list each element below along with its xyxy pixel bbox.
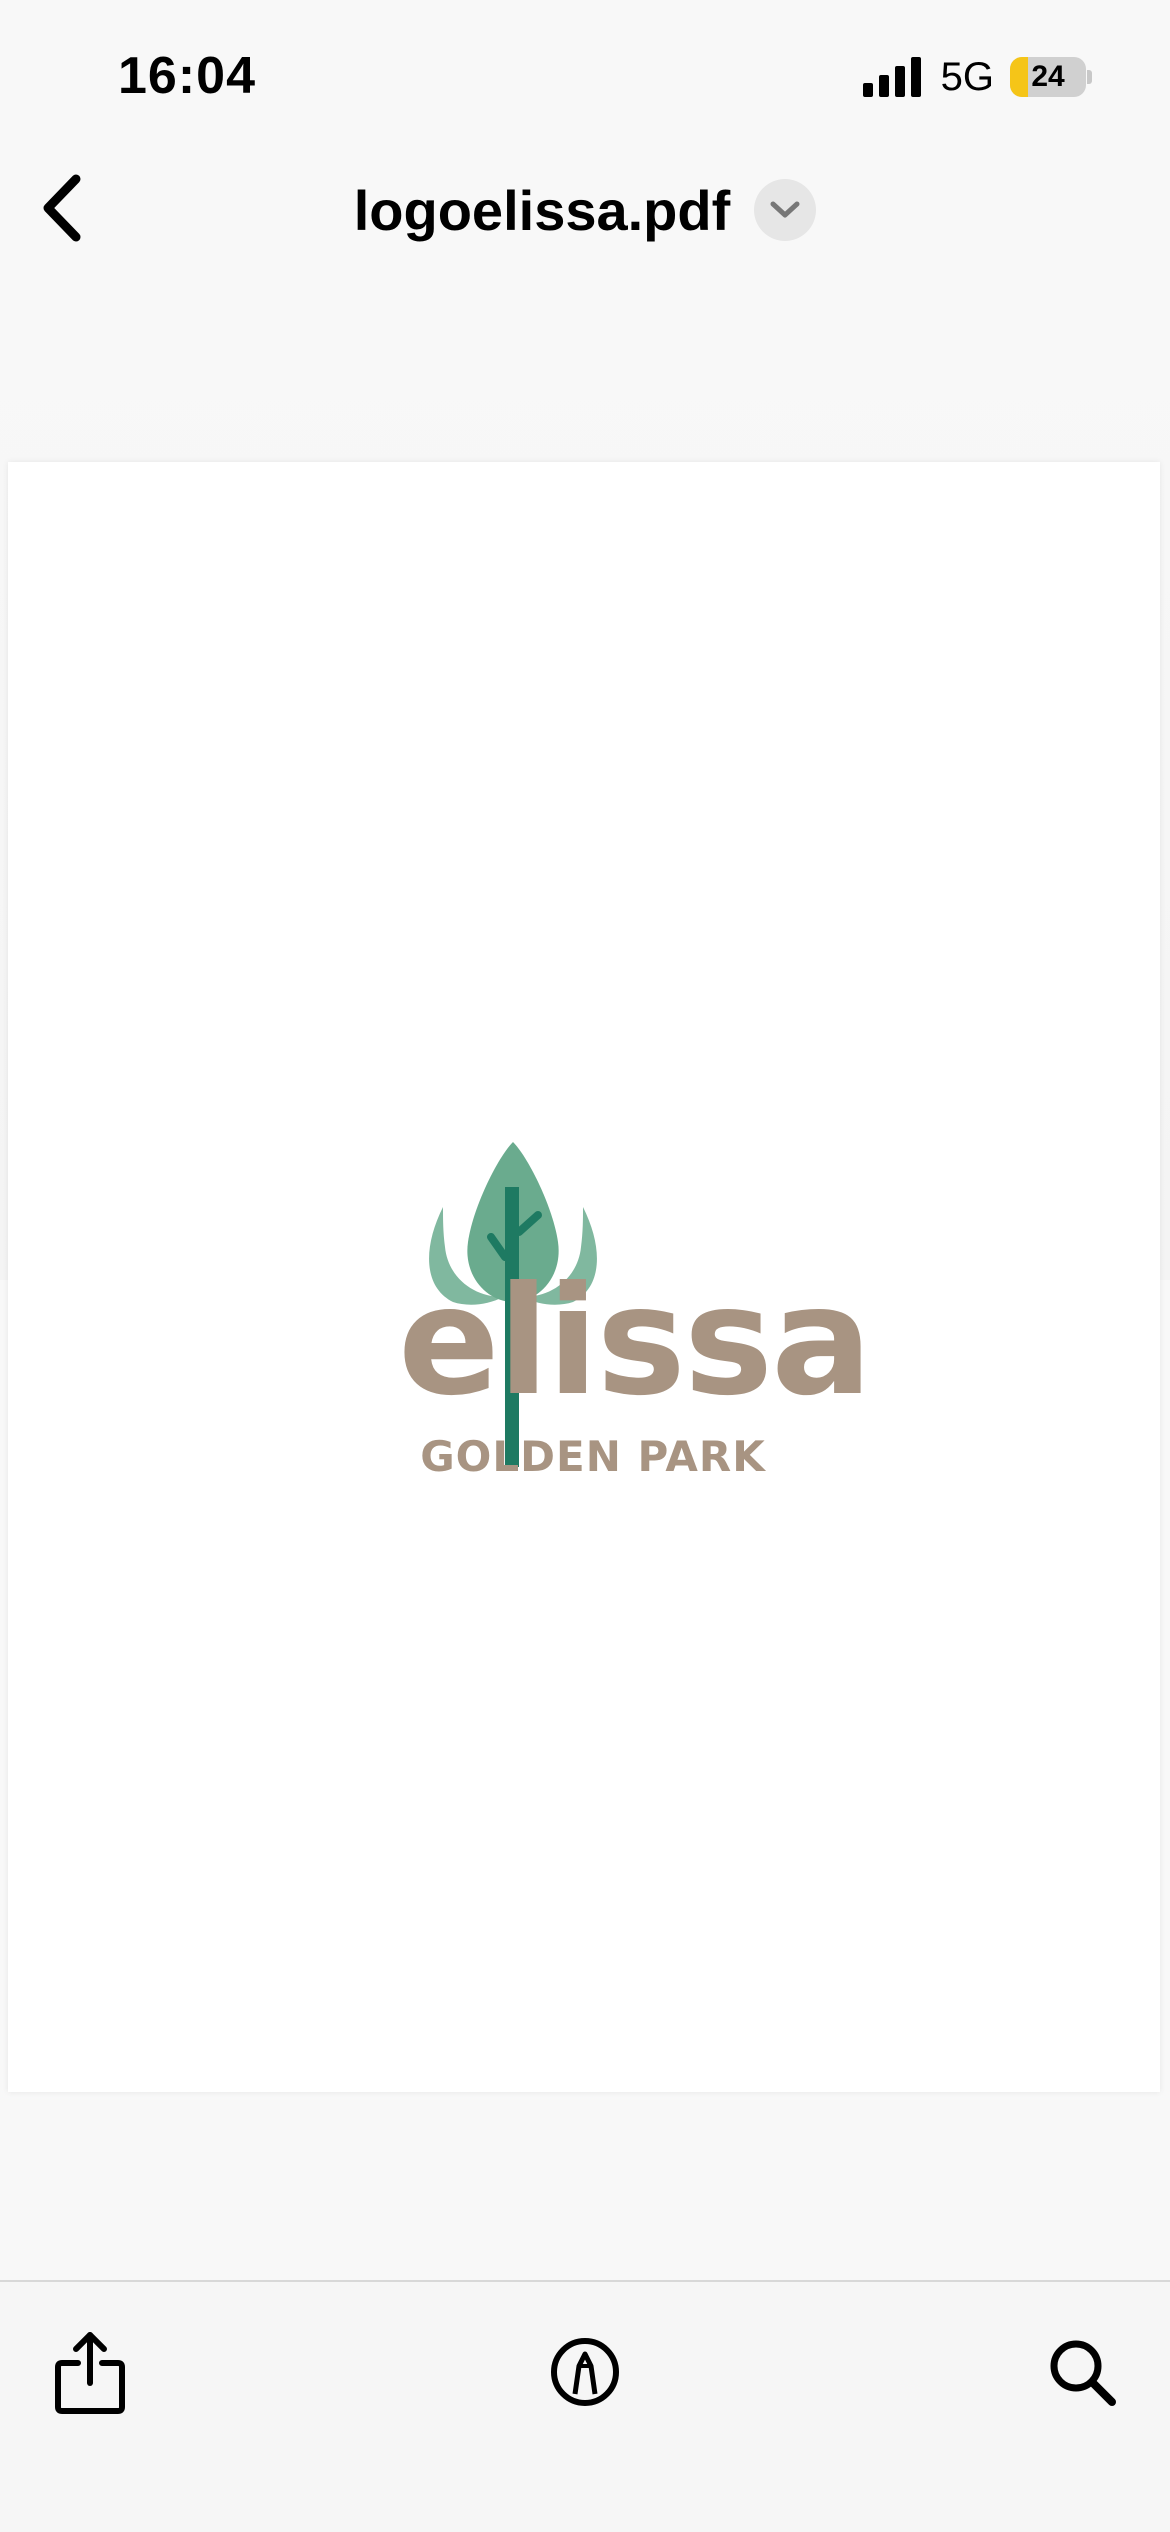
navigation-bar: logoelissa.pdf [0,150,1170,270]
share-button[interactable] [40,2322,140,2422]
bottom-toolbar [0,2280,1170,2532]
title-group: logoelissa.pdf [0,170,1170,250]
battery-level: 24 [1031,60,1065,93]
battery-tip [1087,70,1092,84]
share-icon [55,2332,125,2414]
pdf-viewer-screen: 16:04 5G 24 logoelissa.pdf elissa GOLDEN… [0,0,1170,2532]
battery-icon: 24 [1010,57,1092,97]
title-menu-button[interactable] [754,179,817,241]
markup-pen-icon [551,2338,619,2406]
logo-tagline: GOLDEN PARK [420,1432,766,1481]
search-button[interactable] [1032,2322,1132,2422]
document-title[interactable]: logoelissa.pdf [354,178,731,243]
status-bar: 16:04 5G 24 [0,0,1170,150]
pdf-page[interactable]: elissa GOLDEN PARK [8,462,1160,2092]
search-icon [1050,2340,1116,2406]
chevron-down-icon [770,201,800,218]
markup-button[interactable] [535,2322,635,2422]
status-indicators: 5G 24 [862,52,1092,102]
logo-wordmark: elissa [398,1255,872,1429]
status-time: 16:04 [118,47,256,105]
signal-bars-icon [862,57,921,97]
network-type: 5G [940,54,994,99]
